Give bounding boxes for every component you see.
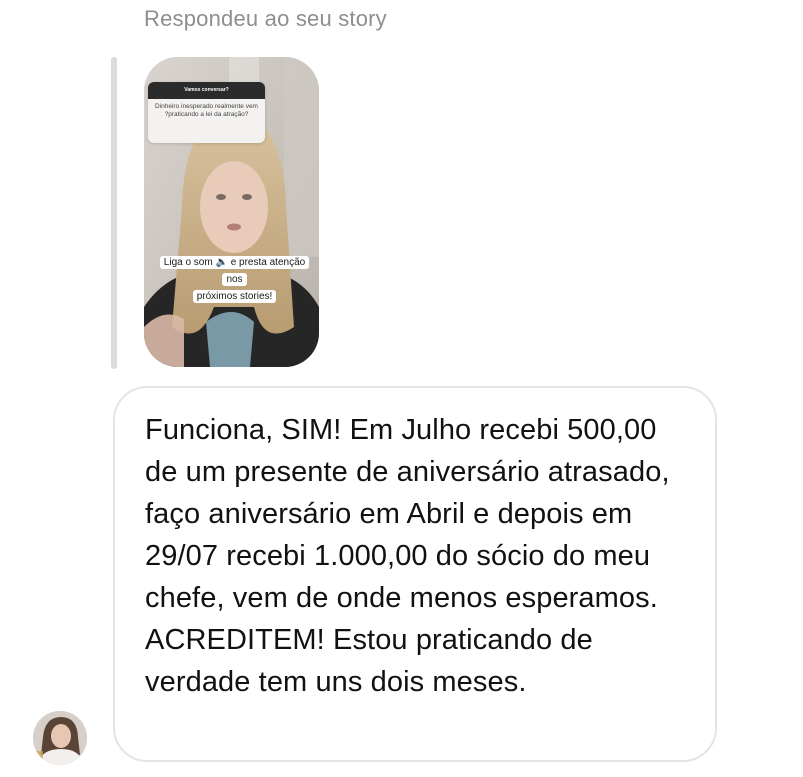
avatar-image [33,711,87,765]
message-text: Funciona, SIM! Em Julho recebi 500,00 de… [145,414,670,698]
story-preview-thumbnail[interactable]: Vamos conversar? Dinheiro inesperado rea… [144,57,319,367]
question-sticker: Vamos conversar? Dinheiro inesperado rea… [148,82,265,143]
reply-quote-bar [111,57,117,369]
sound-sticker-line-1: Liga o som 🔈 e presta atenção nos [159,256,310,286]
question-sticker-title: Vamos conversar? [148,82,265,99]
story-reply-label: Respondeu ao seu story [144,6,387,31]
sound-sticker-line-2: próximos stories! [192,290,277,303]
sound-sticker: Liga o som 🔈 e presta atenção nos próxim… [157,254,312,305]
sender-avatar[interactable] [33,711,87,765]
question-sticker-text: Dinheiro inesperado realmente vem ?prati… [155,103,258,118]
message-bubble[interactable]: Funciona, SIM! Em Julho recebi 500,00 de… [113,386,717,762]
